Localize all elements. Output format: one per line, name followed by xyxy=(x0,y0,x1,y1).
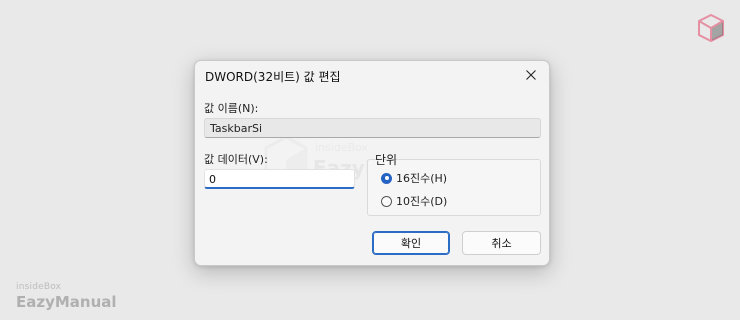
value-name-label: 값 이름(N): xyxy=(204,102,259,115)
cube-logo-icon xyxy=(697,13,725,43)
radio-unselected-icon xyxy=(381,195,392,207)
close-button[interactable] xyxy=(513,61,549,89)
edit-dword-dialog: DWORD(32비트) 값 편집 insideBox EazyManual 값 … xyxy=(194,60,550,266)
brand-small-text: insideBox xyxy=(16,282,62,292)
radio-selected-icon xyxy=(381,172,392,184)
brand-logo: insideBox EazyManual xyxy=(16,283,117,310)
dialog-title: DWORD(32비트) 값 편집 xyxy=(205,70,341,84)
radio-hex-label: 16진수(H) xyxy=(396,172,448,185)
value-data-input[interactable]: 0 xyxy=(204,169,355,189)
radio-decimal-label: 10진수(D) xyxy=(396,195,448,208)
value-name-field[interactable]: TaskbarSi xyxy=(204,118,541,138)
value-data-label: 값 데이터(V): xyxy=(204,153,268,166)
brand-big-text: EazyManual xyxy=(16,293,117,311)
ok-button[interactable]: 확인 xyxy=(372,231,450,255)
radio-hex[interactable]: 16진수(H) xyxy=(381,170,447,186)
close-icon xyxy=(526,70,536,80)
base-label: 단위 xyxy=(375,153,398,167)
radio-decimal[interactable]: 10진수(D) xyxy=(381,193,447,209)
cancel-button[interactable]: 취소 xyxy=(462,231,541,255)
title-bar: DWORD(32비트) 값 편집 xyxy=(195,61,549,89)
watermark-small-text: insideBox xyxy=(315,141,369,154)
